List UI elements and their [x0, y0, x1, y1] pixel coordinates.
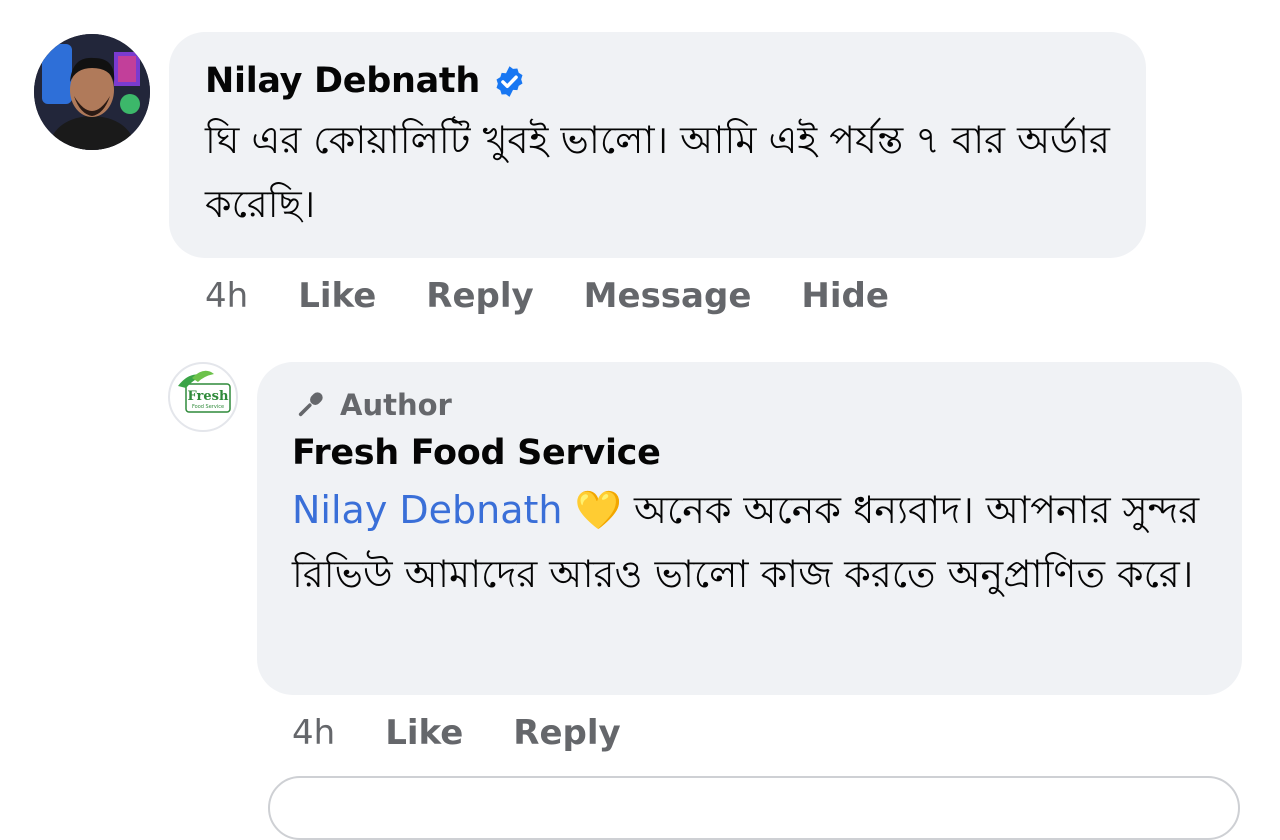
comment-author-row: Nilay Debnath [205, 60, 1110, 102]
hide-button[interactable]: Hide [801, 276, 889, 316]
author-badge-label: Author [340, 388, 452, 422]
reply-actions: 4h Like Reply [292, 713, 671, 753]
microphone-icon [298, 392, 323, 417]
commenter-avatar[interactable] [34, 34, 150, 150]
fresh-logo-icon: Fresh Food Service [178, 370, 231, 413]
logo-subtext: Food Service [192, 404, 224, 410]
heart-emoji-icon: 💛 [574, 488, 622, 532]
logo-text: Fresh [188, 389, 229, 404]
comment-actions: 4h Like Reply Message Hide [205, 276, 939, 316]
reply-text-block: Nilay Debnath 💛 অনেক অনেক ধন্যবাদ। আপনার… [292, 478, 1207, 606]
reply-composer-input[interactable] [268, 776, 1240, 840]
comment-text: ঘি এর কোয়ালিটি খুবই ভালো। আমি এই পর্যন্… [205, 118, 1110, 226]
verified-badge-icon [496, 65, 523, 97]
reply-time[interactable]: 4h [292, 713, 335, 753]
comment-bubble: Nilay Debnath ঘি এর কোয়ালিটি খুবই ভালো।… [169, 32, 1146, 258]
message-button[interactable]: Message [584, 276, 752, 316]
reply-like-button[interactable]: Like [385, 713, 463, 753]
page-avatar[interactable]: Fresh Food Service [168, 362, 238, 432]
person-avatar-icon [34, 34, 150, 150]
comment-time[interactable]: 4h [205, 276, 248, 316]
reply-button[interactable]: Reply [426, 276, 533, 316]
reply-reply-button[interactable]: Reply [513, 713, 620, 753]
like-button[interactable]: Like [298, 276, 376, 316]
reply-author-row: Fresh Food Service [292, 432, 1207, 474]
comment-author-name[interactable]: Nilay Debnath [205, 60, 480, 102]
reply-author-name[interactable]: Fresh Food Service [292, 432, 661, 474]
reply-bubble: Author Fresh Food Service Nilay Debnath … [257, 362, 1242, 695]
mention-link[interactable]: Nilay Debnath [292, 488, 563, 532]
author-badge: Author [292, 386, 1207, 424]
